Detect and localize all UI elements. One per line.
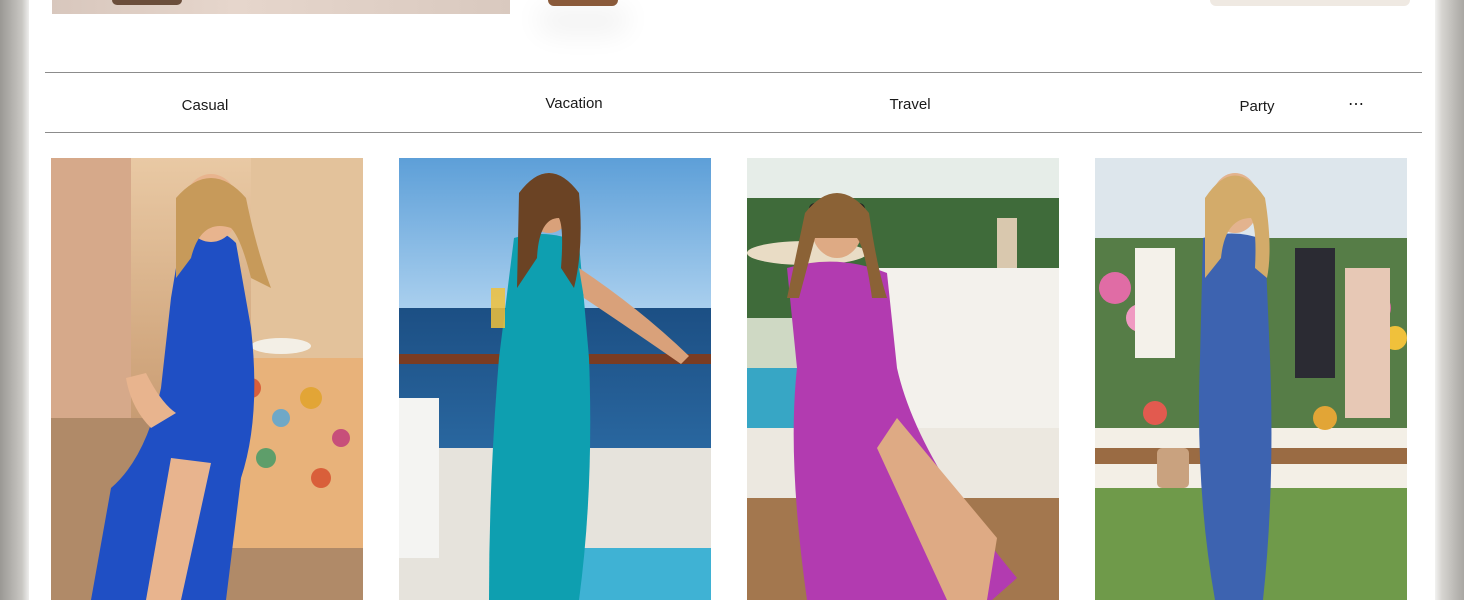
top-cropped-image-middle (548, 0, 618, 6)
tab-vacation[interactable]: Vacation (545, 95, 602, 112)
ellipsis-icon[interactable]: ⋯ (1348, 94, 1365, 114)
tabs-top-divider (45, 72, 1422, 73)
tab-casual[interactable]: Casual (182, 97, 229, 114)
bag-handle (112, 0, 182, 5)
top-cropped-image-right (1210, 0, 1410, 6)
tab-party[interactable]: Party (1239, 98, 1274, 115)
casual-photo[interactable] (51, 158, 363, 600)
tabs-bottom-divider (45, 132, 1422, 133)
vacation-photo[interactable] (399, 158, 711, 600)
travel-photo[interactable] (747, 158, 1059, 600)
party-photo[interactable] (1095, 158, 1407, 600)
tab-travel[interactable]: Travel (889, 96, 930, 113)
top-cropped-image-left (52, 0, 510, 14)
